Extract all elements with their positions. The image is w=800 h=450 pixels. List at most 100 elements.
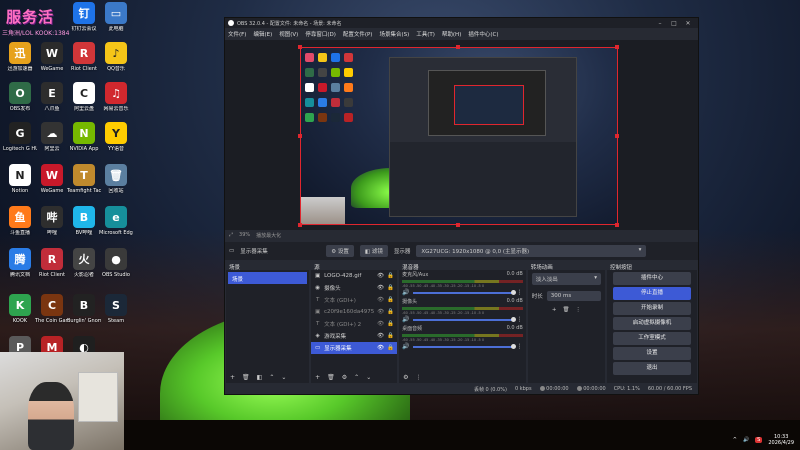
source-item[interactable]: ◈ 游戏采集 👁 🔒 <box>311 330 397 342</box>
eye-icon[interactable]: 👁 <box>377 297 384 303</box>
obs-window[interactable]: OBS 32.0.4 - 配置文件: 未命名 - 场景: 未命名 – □ ✕ 文… <box>224 17 699 395</box>
desktop-icon[interactable]: 鱼斗鱼直播 <box>3 206 37 236</box>
eye-icon[interactable]: 👁 <box>377 309 384 315</box>
resize-handle[interactable] <box>615 134 619 138</box>
menu-item[interactable]: 编辑(E) <box>253 30 272 38</box>
gear-icon[interactable]: ⚙ <box>403 374 408 381</box>
control-button[interactable]: 停止直播 <box>612 287 692 300</box>
zoom-icon[interactable]: ⤢ <box>229 232 233 238</box>
desktop-icon[interactable]: ▭ 此电脑 <box>99 2 133 32</box>
eye-icon[interactable]: 👁 <box>377 285 384 291</box>
menu-item[interactable]: 插件中心(C) <box>468 30 498 38</box>
resize-handle[interactable] <box>456 45 460 49</box>
menu-item[interactable]: 文件(F) <box>228 30 246 38</box>
arrow-down-icon[interactable]: ⌄ <box>366 374 371 381</box>
ime-icon[interactable]: S <box>755 437 763 443</box>
source-item[interactable]: ▭ 显示器采集 👁 🔒 <box>311 342 398 354</box>
add-icon[interactable]: + <box>315 374 320 381</box>
source-item[interactable]: ▣ c20f9e160da4975 👁 🔒 <box>311 306 397 318</box>
obs-titlebar[interactable]: OBS 32.0.4 - 配置文件: 未命名 - 场景: 未命名 – □ ✕ <box>225 18 698 28</box>
more-icon[interactable]: ⋮ <box>517 316 523 323</box>
control-button[interactable]: 退出 <box>612 362 692 375</box>
desktop-icon[interactable]: N Notion <box>3 164 37 194</box>
trash-icon[interactable]: 🗑 <box>327 374 335 381</box>
desktop-icon[interactable]: O OBS发布 <box>3 82 37 112</box>
maximize-icon[interactable]: □ <box>667 20 681 27</box>
menu-item[interactable]: 工具(T) <box>416 30 435 38</box>
volume-slider[interactable] <box>412 343 516 349</box>
lock-icon[interactable]: 🔒 <box>387 321 394 327</box>
close-icon[interactable]: ✕ <box>681 20 695 27</box>
speaker-icon[interactable]: 🔊 <box>402 343 409 350</box>
display-capture-preview[interactable] <box>300 47 618 225</box>
lock-icon[interactable]: 🔒 <box>387 309 394 315</box>
menu-item[interactable]: 视图(V) <box>279 30 298 38</box>
display-select[interactable]: XG27UCG: 1920x1080 @ 0,0 (主显示器) ▾ <box>416 245 647 257</box>
source-item[interactable]: T 文本 (GDI+) 2 👁 🔒 <box>311 318 397 330</box>
transition-type-select[interactable]: 淡入淡出 ▾ <box>531 273 601 285</box>
control-button[interactable]: 工作室模式 <box>612 332 692 345</box>
desktop-icon[interactable]: 火火影忍者 <box>67 248 101 278</box>
trash-icon[interactable]: 🗑 <box>562 307 569 313</box>
desktop-icon[interactable]: 哔哔哩 <box>35 206 69 236</box>
preview-mode[interactable]: 播放最大化 <box>256 232 281 239</box>
control-button[interactable]: 插件中心 <box>612 272 692 285</box>
desktop-icon[interactable]: Y YY语音 <box>99 122 133 152</box>
menu-item[interactable]: 帮助(H) <box>442 30 461 38</box>
resize-handle[interactable] <box>615 45 619 49</box>
menu-item[interactable]: 配置文件(P) <box>343 30 373 38</box>
duration-input[interactable]: 300 ms <box>546 291 601 301</box>
lock-icon[interactable]: 🔒 <box>387 273 394 279</box>
eye-icon[interactable]: 👁 <box>377 333 384 339</box>
desktop-icon[interactable]: W WeGame <box>35 164 69 194</box>
slider-handle[interactable] <box>510 343 516 349</box>
clock[interactable]: 10:33 2026/4/29 <box>768 434 794 446</box>
resize-handle[interactable] <box>298 45 302 49</box>
obs-preview[interactable] <box>225 40 698 230</box>
desktop-icon[interactable]: ☁ 阿里云 <box>35 122 69 152</box>
zoom-level[interactable]: 39% <box>239 232 250 238</box>
desktop-icon[interactable]: ● OBS Studio <box>99 248 133 278</box>
resize-handle[interactable] <box>615 223 619 227</box>
source-item[interactable]: ◉ 摄像头 👁 🔒 <box>311 282 397 294</box>
more-icon[interactable]: ⋮ <box>575 307 581 313</box>
resize-handle[interactable] <box>298 223 302 227</box>
lock-icon[interactable]: 🔒 <box>387 297 394 303</box>
desktop-icon[interactable]: 迅迅游加速器 <box>3 42 37 72</box>
speaker-icon[interactable]: 🔊 <box>402 316 409 323</box>
desktop-icon[interactable]: R Riot Client <box>35 248 69 278</box>
add-icon[interactable]: + <box>230 374 235 381</box>
lock-icon[interactable]: 🔒 <box>387 345 394 351</box>
source-item[interactable]: ▣ LOGO-428.gif 👁 🔒 <box>311 270 397 282</box>
desktop-icon[interactable]: W WeGame <box>35 42 69 72</box>
desktop-icon[interactable]: 钉钉钉云会议 <box>67 2 101 32</box>
desktop-icon[interactable]: E 八爪鱼 <box>35 82 69 112</box>
filter-icon[interactable]: ◧ <box>257 374 263 381</box>
resize-handle[interactable] <box>456 223 460 227</box>
eye-icon[interactable]: 👁 <box>377 273 384 279</box>
more-icon[interactable]: ⋮ <box>517 289 523 296</box>
volume-slider[interactable] <box>412 316 516 322</box>
desktop-icon[interactable]: N NVIDIA App <box>67 122 101 152</box>
desktop-icon[interactable]: T Teamfight Tactics PBE <box>67 164 101 194</box>
desktop-icon[interactable]: 🗑 回收站 <box>99 164 133 194</box>
speaker-icon[interactable]: 🔊 <box>743 437 749 443</box>
desktop-icon[interactable]: ♪ QQ音乐 <box>99 42 133 72</box>
menu-item[interactable]: 场景集合(S) <box>379 30 409 38</box>
resize-handle[interactable] <box>298 134 302 138</box>
more-icon[interactable]: ⋮ <box>416 374 422 381</box>
desktop-icon[interactable]: K KOOK <box>3 294 37 324</box>
control-button[interactable]: 设置 <box>612 347 692 360</box>
chevron-up-icon[interactable]: ^ <box>733 437 737 443</box>
desktop-icon[interactable]: B BV哔哩 <box>67 206 101 236</box>
source-settings-button[interactable]: ⚙ 设置 <box>326 245 354 257</box>
gear-icon[interactable]: ⚙ <box>342 374 347 381</box>
slider-handle[interactable] <box>510 289 516 295</box>
control-button[interactable]: 开始录制 <box>612 302 692 315</box>
volume-slider[interactable] <box>412 289 516 295</box>
menu-item[interactable]: 停靠窗口(D) <box>305 30 336 38</box>
desktop-icon[interactable]: C The Coin Game <box>35 294 69 324</box>
source-filters-button[interactable]: ◧ 滤镜 <box>359 245 388 257</box>
desktop-icon[interactable]: C 阿里云盘 <box>67 82 101 112</box>
desktop-icon[interactable]: G Logitech G HUB <box>3 122 37 152</box>
